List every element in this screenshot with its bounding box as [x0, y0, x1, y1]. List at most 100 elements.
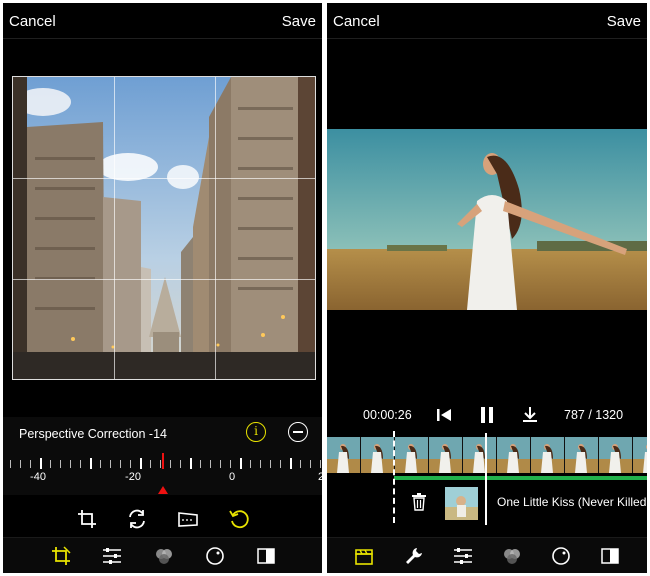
timeline-thumbnail [565, 437, 599, 473]
ruler-tick [230, 460, 231, 468]
ruler-tick [210, 460, 211, 468]
audio-track[interactable]: One Little Kiss (Never Killed [327, 473, 647, 523]
timeline-thumbnail [327, 437, 361, 473]
crop-nav-icon[interactable] [50, 545, 72, 567]
color-circles-icon[interactable] [501, 545, 523, 567]
transport-bar: 00:00:26 787 / 1320 [327, 401, 647, 429]
adjustment-label: Perspective Correction -14 [19, 427, 167, 441]
top-bar: Cancel Save [3, 3, 322, 39]
ruler-tick [320, 460, 321, 468]
ruler-tick [160, 460, 161, 468]
timeline-thumbnail [463, 437, 497, 473]
ruler-tick [20, 460, 21, 468]
slider-needle [162, 453, 164, 469]
trash-icon[interactable] [411, 493, 427, 511]
photo-canvas[interactable] [12, 76, 316, 380]
vignette-icon[interactable] [550, 545, 572, 567]
city-photo [13, 77, 315, 379]
crop-tools-row [3, 503, 322, 535]
ruler-tick [60, 460, 61, 468]
ruler-label: 2 [317, 471, 322, 483]
timeline-thumbnail [395, 437, 429, 473]
slider-pointer-icon [158, 486, 168, 494]
wrench-icon[interactable] [403, 545, 425, 567]
remove-icon[interactable] [288, 422, 308, 442]
pause-icon[interactable] [479, 406, 495, 424]
save-button[interactable]: Save [282, 13, 316, 30]
timeline-thumbnail [429, 437, 463, 473]
timeline-thumbnail [633, 437, 647, 473]
ruler-tick [290, 458, 292, 469]
bottom-nav [327, 537, 647, 573]
ruler-tick [70, 460, 71, 468]
ruler-tick [200, 460, 201, 468]
ruler-tick [140, 458, 142, 469]
video-frame [327, 129, 647, 310]
adjust-sliders-icon[interactable] [452, 545, 474, 567]
ruler-tick [260, 460, 261, 468]
cancel-button[interactable]: Cancel [333, 13, 380, 30]
top-bar: Cancel Save [327, 3, 647, 39]
album-art [445, 487, 478, 520]
ruler-label: -40 [30, 471, 46, 483]
ruler-tick [220, 460, 221, 468]
trim-start-marker[interactable] [393, 431, 395, 523]
ruler-tick [50, 460, 51, 468]
ruler-tick [110, 460, 111, 468]
song-title: One Little Kiss (Never Killed [497, 495, 647, 509]
download-icon[interactable] [521, 405, 539, 423]
adjust-sliders-icon[interactable] [101, 545, 123, 567]
ruler-tick [150, 460, 151, 468]
ruler-tick [250, 460, 251, 468]
playhead[interactable] [485, 433, 487, 525]
video-editor-panel: Cancel Save 00:00:26 787 / 1320 One Litt… [327, 3, 647, 573]
cancel-button[interactable]: Cancel [9, 13, 56, 30]
flip-icon[interactable] [126, 508, 148, 530]
compare-icon[interactable] [255, 545, 277, 567]
video-timeline[interactable] [327, 437, 647, 473]
ruler-tick [270, 460, 271, 468]
timecode: 00:00:26 [363, 408, 412, 422]
ruler-tick [30, 460, 31, 468]
vignette-icon[interactable] [204, 545, 226, 567]
ruler-label: -20 [125, 471, 141, 483]
ruler-tick [130, 460, 131, 468]
ruler-tick [120, 460, 121, 468]
timeline-thumbnail [531, 437, 565, 473]
ruler-tick [300, 460, 301, 468]
frame-count: 787 / 1320 [564, 408, 624, 422]
ruler-tick [180, 460, 181, 468]
timeline-thumbnail [497, 437, 531, 473]
rotate-icon[interactable] [228, 508, 250, 530]
ruler-tick [280, 460, 281, 468]
ruler-tick [240, 458, 242, 469]
ruler-tick [100, 460, 101, 468]
ruler-tick [80, 460, 81, 468]
audio-bar [394, 476, 647, 480]
clapper-icon[interactable] [353, 545, 375, 567]
ruler-tick [310, 460, 311, 468]
grid-line-h2 [13, 279, 315, 280]
ruler-tick [10, 460, 11, 468]
color-circles-icon[interactable] [153, 545, 175, 567]
ruler-label: 0 [228, 471, 236, 483]
photo-editor-panel: Cancel Save Perspective Correction -14 i… [3, 3, 322, 573]
timeline-thumbnail [599, 437, 633, 473]
perspective-slider[interactable]: -40 -20 0 2 [3, 453, 322, 495]
grid-line-v2 [215, 77, 216, 379]
grid-line-v1 [114, 77, 115, 379]
video-preview[interactable] [327, 129, 647, 310]
timeline-thumbnail [361, 437, 395, 473]
ruler-tick [170, 460, 171, 468]
skip-back-icon[interactable] [435, 407, 453, 423]
perspective-icon[interactable] [177, 508, 199, 530]
compare-icon[interactable] [599, 545, 621, 567]
crop-icon[interactable] [76, 508, 98, 530]
ruler-tick [40, 458, 42, 469]
info-icon[interactable]: i [246, 422, 266, 442]
ruler-tick [90, 458, 92, 469]
bottom-nav [3, 537, 322, 573]
grid-line-h1 [13, 178, 315, 179]
ruler-tick [190, 458, 192, 469]
save-button[interactable]: Save [607, 13, 641, 30]
